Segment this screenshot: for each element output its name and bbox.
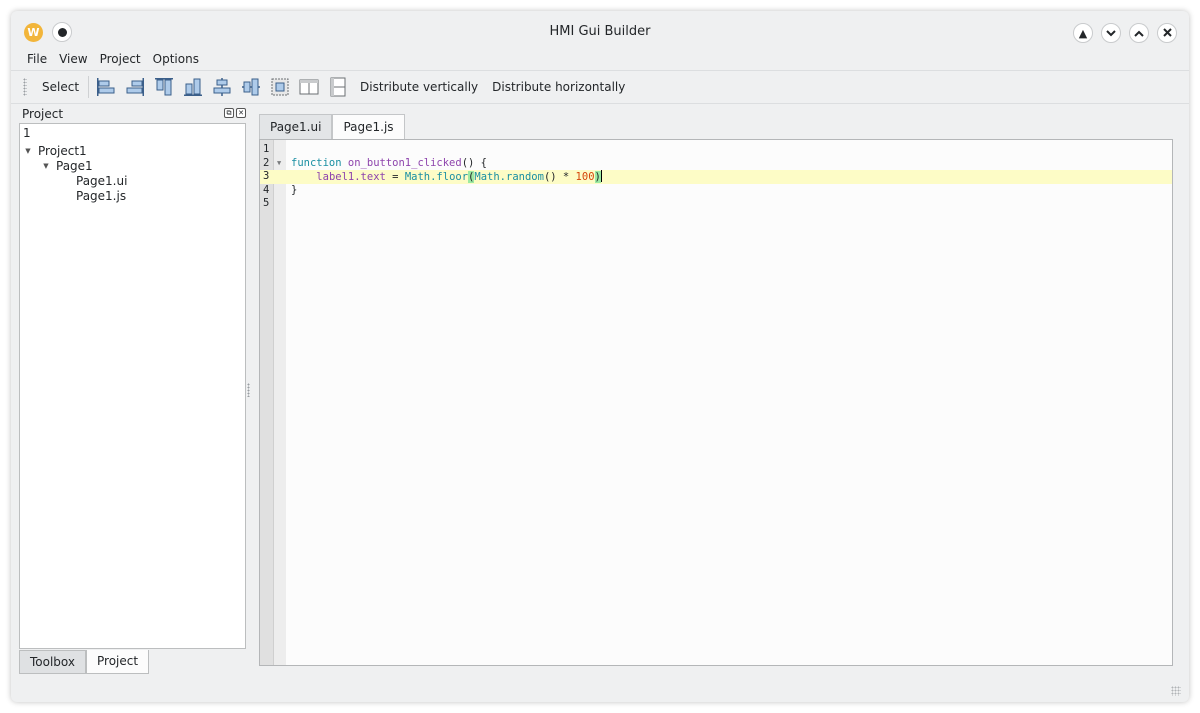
line-number: 3 [263,170,270,182]
title-bar: W HMI Gui Builder ▲ [11,11,1189,53]
tree-item-label: Page1.ui [76,173,128,188]
line-number: 2 [263,156,270,169]
menu-project[interactable]: Project [94,51,147,69]
maximize-button[interactable] [1129,23,1149,43]
dock-tabs: Toolbox Project [19,650,150,674]
code-line: 5 [260,197,1172,211]
code-keyword: function [291,156,342,169]
window-resize-grip[interactable] [1171,686,1181,696]
align-left-icon[interactable] [95,76,117,98]
project-filter-input[interactable] [19,123,246,142]
menu-bar: File View Project Options [11,51,205,69]
code-number: 100 [575,171,595,183]
code-method: .random [499,171,544,183]
tree-item-label: Project1 [38,143,87,158]
code-function-name: on_button1_clicked [347,156,462,169]
splitter-handle[interactable] [247,383,250,397]
close-button[interactable] [1157,23,1177,43]
project-dock: Project ⧉ ✕ ▼ Project1 ▼ Page1 Page1.ui … [19,107,246,677]
code-line: 2 ▼ function on_button1_clicked() { [260,157,1172,171]
tree-item-page1-js[interactable]: Page1.js [20,188,245,203]
select-button[interactable]: Select [35,80,86,94]
code-text: } [291,183,298,196]
line-number: 5 [263,197,270,209]
tab-page1-ui[interactable]: Page1.ui [259,114,333,139]
same-size-icon[interactable] [327,76,349,98]
distribute-vertically-button[interactable]: Distribute vertically [352,80,485,94]
text-cursor [600,170,602,182]
code-text: = [385,171,405,183]
panel-title: Project [22,107,64,121]
keep-above-others-button[interactable]: ▲ [1073,23,1093,43]
code-editor[interactable]: 1 2 ▼ function on_button1_clicked() { 3 … [259,139,1173,666]
triangle-up-icon: ▲ [1078,26,1088,40]
align-center-vertical-icon[interactable] [211,76,233,98]
tab-toolbox[interactable]: Toolbox [19,650,86,674]
tab-page1-js[interactable]: Page1.js [332,114,405,140]
tree-item-project1[interactable]: ▼ Project1 [20,143,245,158]
code-builtin: Math [404,171,431,183]
same-height-icon[interactable] [269,76,291,98]
window-title: HMI Gui Builder [549,24,651,39]
close-panel-icon[interactable]: ✕ [236,108,246,118]
menu-file[interactable]: File [11,51,53,69]
code-method: .floor [430,171,469,183]
code-line-current: 3 label1.text = Math.floor(Math.random()… [260,170,1172,184]
toolbar: Select Distribute vertically Distribute … [11,70,1189,104]
panel-buttons: ⧉ ✕ [224,108,246,118]
distribute-horizontally-button[interactable]: Distribute horizontally [485,80,632,94]
code-text: () * [543,171,576,183]
line-number: 4 [263,183,270,196]
code-text: () { [461,156,487,169]
expand-arrow-icon[interactable]: ▼ [22,147,34,155]
tree-item-page1-ui[interactable]: Page1.ui [20,173,245,188]
align-center-horizontal-icon[interactable] [240,76,262,98]
tree-item-label: Page1.js [76,188,127,203]
align-right-icon[interactable] [124,76,146,98]
close-icon [1162,27,1172,39]
align-top-icon[interactable] [153,76,175,98]
line-number: 1 [263,143,270,155]
tree-item-label: Page1 [56,158,93,173]
toolbar-separator [88,76,90,98]
editor-area: Page1.ui Page1.js 1 2 ▼ function on_butt… [259,114,1173,667]
code-line: 1 [260,143,1172,157]
project-tree: ▼ Project1 ▼ Page1 Page1.ui Page1.js [19,141,246,649]
fold-arrow-icon[interactable]: ▼ [277,157,281,171]
same-width-icon[interactable] [298,76,320,98]
align-bottom-icon[interactable] [182,76,204,98]
menu-view[interactable]: View [53,51,93,69]
editor-tabs: Page1.ui Page1.js [259,114,405,140]
code-identifier: label1.text [316,171,386,183]
chevron-down-icon [1106,28,1116,39]
app-window: W HMI Gui Builder ▲ File View Project Op… [11,11,1189,702]
minimize-button[interactable] [1101,23,1121,43]
code-builtin: Math [474,171,500,183]
menu-options[interactable]: Options [147,51,205,69]
float-icon[interactable]: ⧉ [224,108,234,118]
code-line: 4 } [260,184,1172,198]
expand-arrow-icon[interactable]: ▼ [40,162,52,170]
tree-item-page1[interactable]: ▼ Page1 [20,158,245,173]
chevron-up-icon [1134,28,1144,39]
toolbar-grip[interactable] [23,78,27,96]
code-lines: 1 2 ▼ function on_button1_clicked() { 3 … [260,143,1172,211]
tab-project[interactable]: Project [86,650,150,674]
